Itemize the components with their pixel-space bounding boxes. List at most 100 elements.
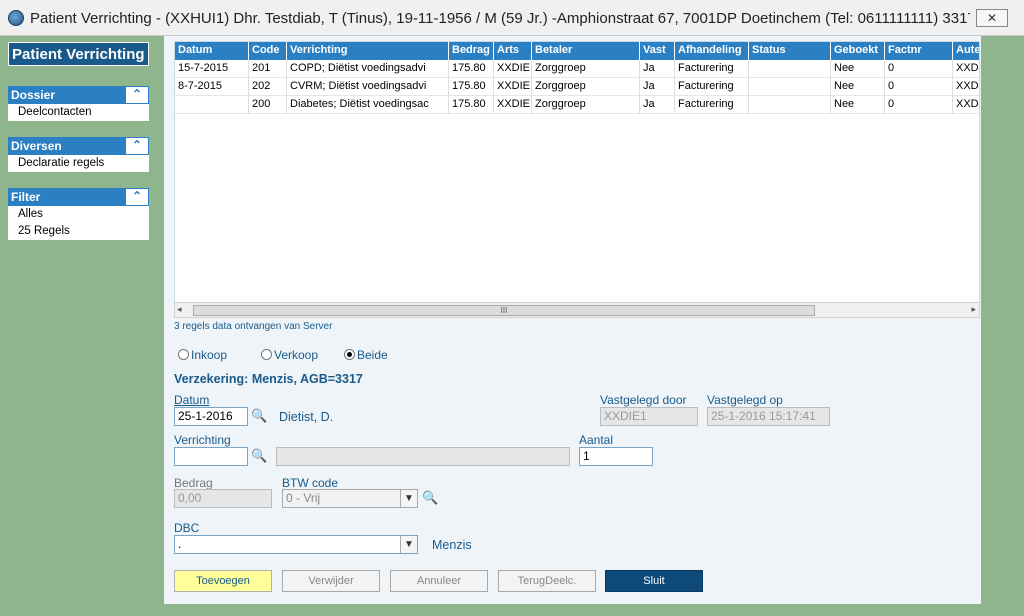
sidebar-title: Patient Verrichting (8, 42, 149, 66)
btw-select: 0 - Vrij ▼ (282, 489, 418, 508)
verrichting-field[interactable] (174, 447, 248, 466)
table-cell: XXDIE (494, 60, 532, 78)
chevron-down-icon[interactable]: ▼ (400, 536, 417, 553)
table-cell: 0 (885, 96, 953, 114)
vastgelegd-door-label: Vastgelegd door (600, 393, 687, 407)
table-cell: Facturering (675, 96, 749, 114)
table-cell: Nee (831, 78, 885, 96)
column-header-code[interactable]: Code (249, 42, 287, 60)
table-cell (175, 96, 249, 114)
vastgelegd-op-label: Vastgelegd op (707, 393, 783, 407)
collapse-icon[interactable]: ⌃ (126, 138, 148, 154)
radio-button-icon[interactable] (261, 349, 272, 360)
datum-field[interactable]: 25-1-2016 (174, 407, 248, 426)
column-header-bedrag[interactable]: Bedrag (449, 42, 494, 60)
table-cell: XXDIE (494, 78, 532, 96)
verrichting-description-field (276, 447, 570, 466)
dbc-select[interactable]: . ▼ (174, 535, 418, 554)
column-header-betaler[interactable]: Betaler (532, 42, 640, 60)
scroll-right-icon[interactable]: ▸ (971, 304, 976, 315)
datum-label: Datum (174, 393, 210, 407)
sidebar-item-alles[interactable]: Alles (8, 206, 149, 223)
add-button[interactable]: Toevoegen (174, 570, 272, 592)
collapse-icon[interactable]: ⌃ (126, 87, 148, 103)
section-dossier-header[interactable]: Dossier ⌃ (8, 86, 149, 104)
arts-name: Dietist, D. (279, 410, 334, 424)
cancel-button[interactable]: Annuleer (390, 570, 488, 592)
scroll-thumb[interactable]: III (193, 305, 815, 316)
table-cell: XXD (953, 60, 979, 78)
column-header-vast[interactable]: Vast (640, 42, 675, 60)
table-cell: Nee (831, 96, 885, 114)
radio-inkoop[interactable]: Inkoop (178, 348, 227, 362)
title-bar: Patient Verrichting - (XXHUI1) Dhr. Test… (0, 0, 1024, 36)
radio-button-icon[interactable] (344, 349, 355, 360)
radio-label: Beide (357, 348, 388, 362)
section-label: Dossier (11, 88, 56, 102)
column-header-afhandeling[interactable]: Afhandeling (675, 42, 749, 60)
btw-label: BTW code (282, 476, 339, 490)
table-cell: 201 (249, 60, 287, 78)
btw-select-value: 0 - Vrij (286, 491, 321, 505)
column-header-status[interactable]: Status (749, 42, 831, 60)
sidebar-item-declaratie-regels[interactable]: Declaratie regels (8, 155, 149, 172)
table-cell: Facturering (675, 78, 749, 96)
radio-button-icon[interactable] (178, 349, 189, 360)
bedrag-label: Bedrag (174, 476, 213, 490)
insurance-info: Verzekering: Menzis, AGB=3317 (174, 372, 363, 386)
table-cell: 8-7-2015 (175, 78, 249, 96)
table-cell: Ja (640, 78, 675, 96)
column-header-autei[interactable]: Autei (953, 42, 979, 60)
column-header-datum[interactable]: Datum (175, 42, 249, 60)
column-header-factnr[interactable]: Factnr (885, 42, 953, 60)
search-icon[interactable]: 🔍 (251, 448, 267, 464)
verrichting-table[interactable]: Datum Code Verrichting Bedrag Arts Betal… (174, 41, 980, 317)
dbc-payer: Menzis (432, 538, 472, 552)
table-row[interactable]: 15-7-2015 201 COPD; Diëtist voedingsadvi… (175, 60, 979, 78)
table-cell: 175.80 (449, 96, 494, 114)
collapse-icon[interactable]: ⌃ (126, 189, 148, 205)
terugdeelc-button[interactable]: TerugDeelc. (498, 570, 596, 592)
section-dossier-body: Deelcontacten (8, 104, 149, 121)
close-button[interactable]: ✕ (976, 9, 1008, 27)
vastgelegd-door-field: XXDIE1 (600, 407, 698, 426)
table-row[interactable]: 8-7-2015 202 CVRM; Diëtist voedingsadvi … (175, 78, 979, 96)
sidebar-item-25-regels[interactable]: 25 Regels (8, 223, 149, 240)
table-cell: Zorggroep (532, 96, 640, 114)
table-cell: Zorggroep (532, 78, 640, 96)
column-header-verrichting[interactable]: Verrichting (287, 42, 449, 60)
search-icon[interactable]: 🔍 (251, 408, 267, 424)
table-cell: 175.80 (449, 78, 494, 96)
column-header-geboekt[interactable]: Geboekt (831, 42, 885, 60)
table-cell: 200 (249, 96, 287, 114)
aantal-label: Aantal (579, 433, 614, 447)
dbc-select-value: . (178, 537, 182, 551)
table-cell: XXD (953, 78, 979, 96)
main-panel: Datum Code Verrichting Bedrag Arts Betal… (164, 36, 981, 604)
column-header-arts[interactable]: Arts (494, 42, 532, 60)
section-diversen-header[interactable]: Diversen ⌃ (8, 137, 149, 155)
table-cell: 0 (885, 60, 953, 78)
horizontal-scrollbar[interactable]: ◂ III ▸ (174, 302, 980, 318)
close-form-button[interactable]: Sluit (605, 570, 703, 592)
radio-verkoop[interactable]: Verkoop (261, 348, 318, 362)
table-cell: XXDIE (494, 96, 532, 114)
table-row[interactable]: 200 Diabetes; Diëtist voedingsac 175.80 … (175, 96, 979, 114)
radio-label: Verkoop (274, 348, 319, 362)
table-cell (749, 78, 831, 96)
table-cell: Nee (831, 60, 885, 78)
delete-button[interactable]: Verwijder (282, 570, 380, 592)
radio-beide[interactable]: Beide (344, 348, 388, 362)
table-cell: 0 (885, 78, 953, 96)
section-label: Filter (11, 190, 41, 204)
scroll-left-icon[interactable]: ◂ (177, 304, 182, 315)
sidebar-item-deelcontacten[interactable]: Deelcontacten (8, 104, 149, 121)
radio-label: Inkoop (191, 348, 228, 362)
table-cell: Zorggroep (532, 60, 640, 78)
table-cell: CVRM; Diëtist voedingsadvi (287, 78, 449, 96)
vastgelegd-op-field: 25-1-2016 15:17:41 (707, 407, 830, 426)
section-filter-header[interactable]: Filter ⌃ (8, 188, 149, 206)
chevron-down-icon: ▼ (400, 490, 417, 507)
aantal-field[interactable]: 1 (579, 447, 653, 466)
verrichting-label: Verrichting (174, 433, 231, 447)
